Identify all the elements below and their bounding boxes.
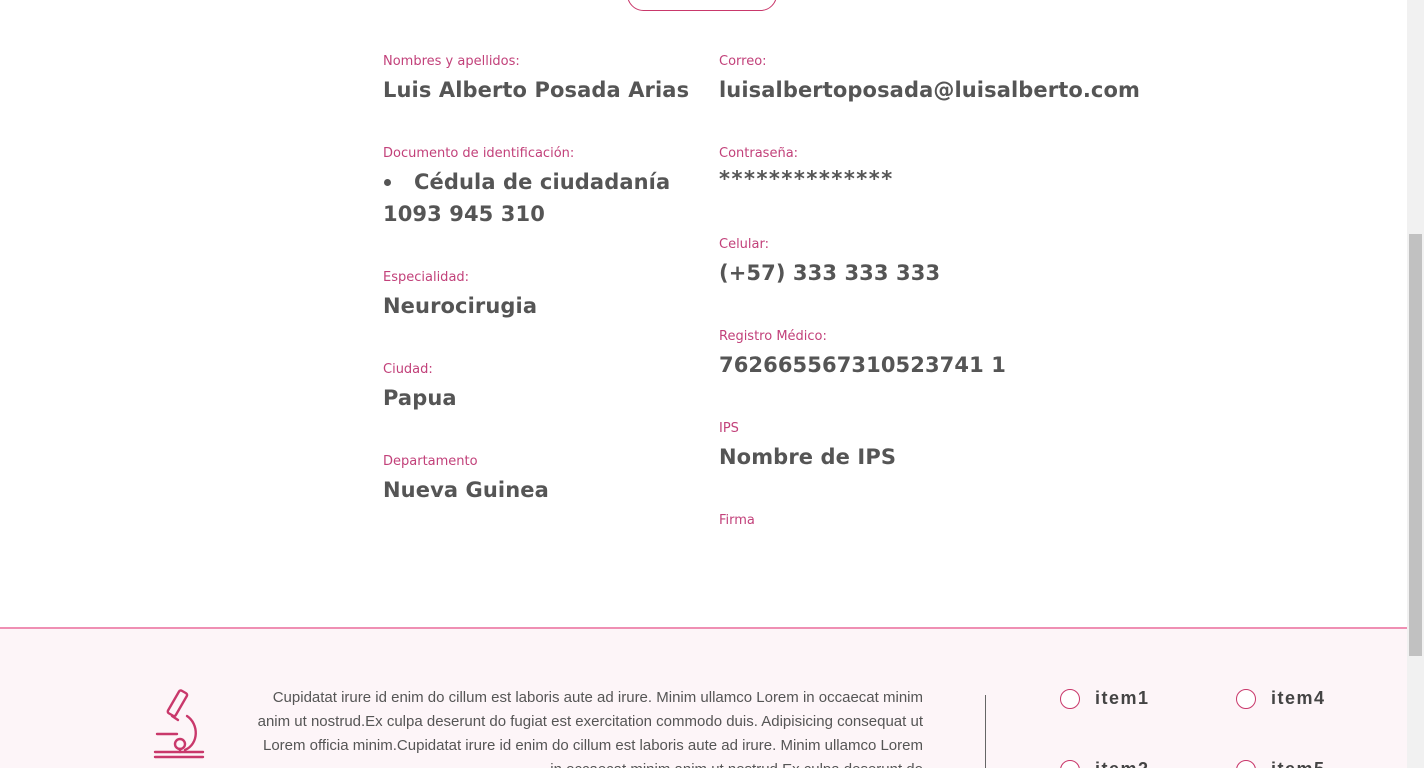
- footer: Cupidatat irure id enim do cillum est la…: [0, 627, 1407, 768]
- department-value: Nueva Guinea: [383, 478, 549, 502]
- bullet-icon: [384, 178, 391, 186]
- ips-value: Nombre de IPS: [719, 445, 897, 469]
- email-label: Correo:: [719, 54, 767, 69]
- vertical-scrollbar[interactable]: [1407, 0, 1424, 768]
- medical-registry-value: 762665567310523741 1: [719, 353, 1006, 377]
- names-label: Nombres y apellidos:: [383, 54, 520, 69]
- document-type-value: Cédula de ciudadanía: [414, 170, 671, 194]
- signature-label: Firma: [719, 513, 755, 528]
- footer-item-5[interactable]: item5: [1236, 759, 1326, 768]
- field-password: Contraseña: **************: [719, 145, 894, 192]
- field-ips: IPS Nombre de IPS: [719, 420, 896, 472]
- specialty-value: Neurocirugia: [383, 294, 538, 318]
- password-value: **************: [719, 167, 894, 191]
- footer-item-label: item4: [1271, 688, 1326, 708]
- footer-item-label: item1: [1095, 688, 1150, 708]
- specialty-label: Especialidad:: [383, 270, 470, 285]
- footer-divider: [985, 695, 986, 768]
- department-label: Departamento: [383, 454, 478, 469]
- field-department: Departamento Nueva Guinea: [383, 453, 549, 505]
- document-number: 1093 945 310: [383, 202, 545, 226]
- field-document: Documento de identificación: Cédula de c…: [383, 145, 670, 229]
- radio-circle-icon[interactable]: [1060, 688, 1080, 709]
- field-city: Ciudad: Papua: [383, 361, 457, 413]
- footer-item-4[interactable]: item4: [1236, 688, 1326, 709]
- medical-registry-label: Registro Médico:: [719, 329, 827, 344]
- microscope-icon: [153, 689, 205, 759]
- footer-item-label: item2: [1095, 759, 1150, 768]
- document-label: Documento de identificación:: [383, 146, 575, 161]
- phone-label: Celular:: [719, 237, 770, 252]
- field-email: Correo: luisalbertoposada@luisalberto.co…: [719, 53, 1140, 105]
- radio-circle-icon[interactable]: [1236, 688, 1256, 709]
- document-type: Cédula de ciudadanía: [383, 167, 670, 197]
- field-names: Nombres y apellidos: Luis Alberto Posada…: [383, 53, 689, 105]
- scrollbar-thumb[interactable]: [1409, 234, 1422, 656]
- field-phone: Celular: (+57) 333 333 333: [719, 236, 940, 288]
- radio-circle-icon[interactable]: [1060, 759, 1080, 768]
- names-value: Luis Alberto Posada Arias: [383, 78, 690, 102]
- footer-item-2[interactable]: item2: [1060, 759, 1150, 768]
- field-medical-registry: Registro Médico: 762665567310523741 1: [719, 328, 1006, 380]
- footer-item-label: item5: [1271, 759, 1326, 768]
- email-value: luisalbertoposada@luisalberto.com: [719, 78, 1140, 102]
- field-specialty: Especialidad: Neurocirugia: [383, 269, 537, 321]
- password-label: Contraseña:: [719, 146, 799, 161]
- city-value: Papua: [383, 386, 457, 410]
- edit-profile-button[interactable]: Editar Perfil: [627, 0, 777, 11]
- radio-circle-icon[interactable]: [1236, 759, 1256, 768]
- footer-description: Cupidatat irure id enim do cillum est la…: [257, 689, 923, 768]
- field-signature: Firma: [719, 512, 755, 529]
- phone-value: (+57) 333 333 333: [719, 261, 941, 285]
- ips-label: IPS: [719, 421, 739, 436]
- city-label: Ciudad:: [383, 362, 433, 377]
- profile-page: Editar Perfil Nombres y apellidos: Luis …: [0, 0, 1407, 768]
- footer-item-1[interactable]: item1: [1060, 688, 1150, 709]
